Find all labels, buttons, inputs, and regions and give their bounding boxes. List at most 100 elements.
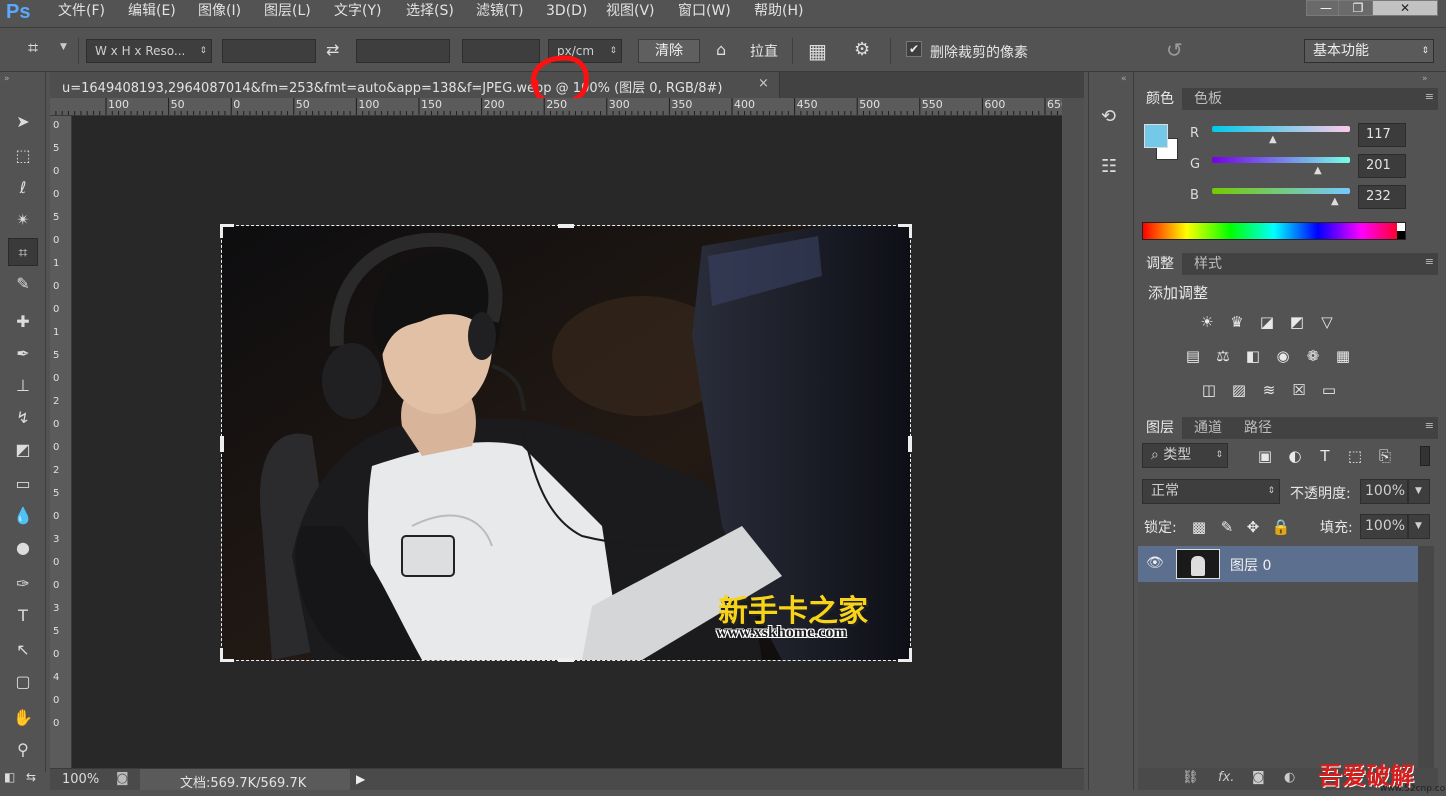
tab-adjustments[interactable]: 调整 — [1138, 253, 1182, 275]
lock-position-icon[interactable]: ✥ — [1242, 518, 1264, 536]
pen-tool-icon[interactable]: ✑ — [8, 570, 38, 598]
height-field[interactable] — [356, 39, 450, 63]
layers-scrollbar[interactable] — [1418, 546, 1434, 768]
move-tool-icon[interactable]: ➤ — [8, 108, 38, 136]
blend-mode-select[interactable]: 正常 ⇕ — [1142, 479, 1280, 504]
b-slider-thumb[interactable]: ▲ — [1331, 196, 1339, 207]
opacity-field[interactable]: 100% — [1360, 479, 1408, 504]
layer-filter-select[interactable]: ⌕ 类型 ⇕ — [1142, 443, 1228, 468]
properties-icon[interactable]: ☷ — [1101, 156, 1117, 177]
b-slider[interactable] — [1212, 188, 1350, 194]
posterize-icon[interactable]: ▨ — [1228, 381, 1250, 399]
fill-dropdown-icon[interactable]: ▼ — [1408, 514, 1430, 539]
lasso-tool-icon[interactable]: ℓ — [8, 174, 38, 202]
vibrance-icon[interactable]: ▽ — [1316, 313, 1338, 331]
straighten-label[interactable]: 拉直 — [750, 41, 778, 61]
straighten-icon[interactable]: ⌂ — [716, 40, 726, 59]
black-white-icon[interactable]: ◧ — [1242, 347, 1264, 365]
exposure-icon[interactable]: ◩ — [1286, 313, 1308, 331]
tab-paths[interactable]: 路径 — [1236, 417, 1280, 439]
status-menu-arrow-icon[interactable]: ▶ — [356, 772, 365, 786]
menu-filter[interactable]: 滤镜(T) — [476, 0, 523, 24]
filter-toggle[interactable] — [1420, 446, 1430, 466]
blur-tool-icon[interactable]: 💧 — [8, 502, 38, 530]
invert-icon[interactable]: ◫ — [1198, 381, 1220, 399]
document-tab[interactable]: u=1649408193,2964087014&fm=253&fmt=auto&… — [50, 72, 780, 98]
stamp-tool-icon[interactable]: ⊥ — [8, 372, 38, 400]
new-adjustment-icon[interactable]: ◐ — [1284, 770, 1295, 785]
close-tab-icon[interactable]: × — [758, 76, 769, 91]
r-slider-thumb[interactable]: ▲ — [1269, 134, 1277, 145]
filter-type-icon[interactable]: T — [1314, 447, 1336, 465]
g-value[interactable]: 201 — [1358, 154, 1406, 178]
hand-tool-icon[interactable]: ✋ — [8, 704, 38, 732]
collapse-icon[interactable]: » — [4, 74, 10, 84]
menu-file[interactable]: 文件(F) — [58, 0, 105, 24]
tab-layers[interactable]: 图层 — [1138, 417, 1182, 439]
levels-icon[interactable]: ♛ — [1226, 313, 1248, 331]
swap-icon[interactable]: ⇄ — [326, 40, 339, 59]
ratio-preset-select[interactable]: W x H x Reso... ⇕ — [86, 39, 212, 63]
lock-pixels-icon[interactable]: ✎ — [1216, 518, 1238, 536]
close-window-button[interactable]: ✕ — [1372, 0, 1438, 16]
menu-3d[interactable]: 3D(D) — [546, 0, 587, 24]
gradient-tool-icon[interactable]: ▭ — [8, 470, 38, 498]
tool-preset-arrow-icon[interactable]: ▼ — [60, 42, 67, 52]
g-slider[interactable] — [1212, 157, 1350, 163]
lock-transparency-icon[interactable]: ▩ — [1188, 518, 1210, 536]
magic-wand-tool-icon[interactable]: ✴ — [8, 206, 38, 234]
r-slider[interactable] — [1212, 126, 1350, 132]
crop-handle-br[interactable] — [898, 648, 912, 662]
history-brush-tool-icon[interactable]: ↯ — [8, 404, 38, 432]
crop-tool-icon[interactable]: ⌗ — [8, 238, 38, 266]
crop-handle-top[interactable] — [558, 224, 574, 228]
fx-icon[interactable]: fx. — [1218, 770, 1234, 785]
panel-menu-icon[interactable]: ≡ — [1425, 255, 1434, 268]
filter-adjustment-icon[interactable]: ◐ — [1284, 447, 1306, 465]
status-info-icon[interactable]: ◙ — [116, 771, 129, 786]
crop-handle-bottom[interactable] — [558, 658, 574, 662]
brush-tool-icon[interactable]: ✒ — [8, 340, 38, 368]
tab-swatches[interactable]: 色板 — [1186, 88, 1230, 110]
eye-icon[interactable]: 👁 — [1146, 555, 1164, 571]
crop-handle-tl[interactable] — [220, 224, 234, 238]
menu-window[interactable]: 窗口(W) — [678, 0, 731, 24]
healing-brush-tool-icon[interactable]: ✚ — [8, 308, 38, 336]
r-value[interactable]: 117 — [1358, 123, 1406, 147]
g-slider-thumb[interactable]: ▲ — [1314, 165, 1322, 176]
type-tool-icon[interactable]: T — [8, 602, 38, 630]
menu-image[interactable]: 图像(I) — [198, 0, 241, 24]
default-colors-icon[interactable]: ◧ — [4, 770, 15, 784]
menu-help[interactable]: 帮助(H) — [754, 0, 803, 24]
add-mask-icon[interactable]: ◙ — [1252, 770, 1265, 785]
expand-icon[interactable]: » — [1422, 74, 1428, 84]
filter-smart-object-icon[interactable]: ⎘ — [1374, 447, 1396, 465]
swap-colors-icon[interactable]: ⇆ — [26, 770, 36, 784]
crop-tool-icon[interactable]: ⌗ — [28, 38, 38, 59]
color-balance-icon[interactable]: ⚖ — [1212, 347, 1234, 365]
lock-all-icon[interactable]: 🔒 — [1270, 518, 1292, 536]
shape-tool-icon[interactable]: ▢ — [8, 668, 38, 696]
b-value[interactable]: 232 — [1358, 185, 1406, 209]
selective-color-icon[interactable]: ☒ — [1288, 381, 1310, 399]
filter-pixel-icon[interactable]: ▣ — [1254, 447, 1276, 465]
zoom-tool-icon[interactable]: ⚲ — [8, 736, 38, 764]
overlay-grid-icon[interactable]: ▦ — [808, 39, 827, 63]
history-icon[interactable]: ⟲ — [1101, 106, 1116, 127]
menu-edit[interactable]: 编辑(E) — [128, 0, 176, 24]
gear-icon[interactable]: ⚙ — [854, 39, 870, 60]
menu-view[interactable]: 视图(V) — [606, 0, 655, 24]
marquee-tool-icon[interactable]: ⬚ — [8, 142, 38, 170]
fill-field[interactable]: 100% — [1360, 514, 1408, 539]
hue-saturation-icon[interactable]: ▤ — [1182, 347, 1204, 365]
spectrum-black[interactable] — [1397, 231, 1405, 239]
curves-icon[interactable]: ◪ — [1256, 313, 1278, 331]
foreground-color-swatch[interactable] — [1144, 124, 1168, 148]
eyedropper-tool-icon[interactable]: ✎ — [8, 270, 38, 298]
collapse-icon[interactable]: « — [1121, 74, 1127, 84]
tab-channels[interactable]: 通道 — [1186, 417, 1230, 439]
color-lookup-icon[interactable]: ▦ — [1332, 347, 1354, 365]
spectrum-white[interactable] — [1397, 223, 1405, 231]
crop-handle-left[interactable] — [220, 436, 224, 452]
eraser-tool-icon[interactable]: ◩ — [8, 436, 38, 464]
